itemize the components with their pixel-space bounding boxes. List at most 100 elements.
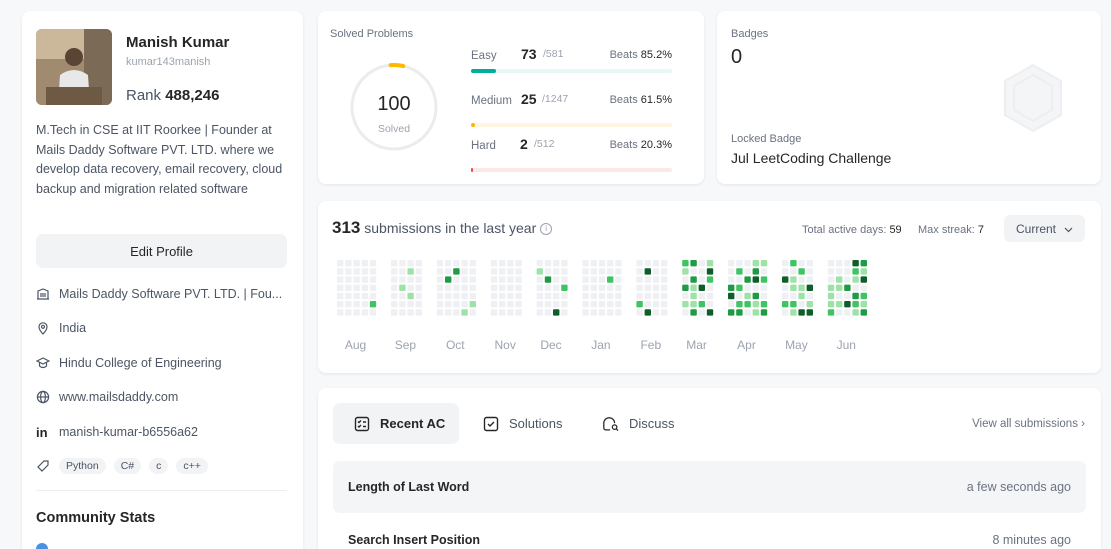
heatmap-cell[interactable] <box>827 292 835 300</box>
heatmap-cell[interactable] <box>515 309 522 316</box>
heatmap-cell[interactable] <box>345 284 352 291</box>
heatmap-cell[interactable] <box>852 268 859 275</box>
heatmap-cell[interactable] <box>536 260 543 267</box>
heatmap-cell[interactable] <box>445 268 452 275</box>
heatmap-cell[interactable] <box>544 260 552 267</box>
heatmap-cell[interactable] <box>353 292 360 300</box>
heatmap-cell[interactable] <box>544 268 552 275</box>
heatmap-cell[interactable] <box>499 268 506 275</box>
heatmap-cell[interactable] <box>369 268 377 275</box>
heatmap-cell[interactable] <box>399 260 406 267</box>
heatmap-cell[interactable] <box>752 284 759 291</box>
heatmap-cell[interactable] <box>461 301 468 308</box>
heatmap-cell[interactable] <box>860 268 867 275</box>
heatmap-cell[interactable] <box>744 268 751 275</box>
heatmap-cell[interactable] <box>698 301 705 308</box>
heatmap-cell[interactable] <box>582 268 589 275</box>
heatmap-cell[interactable] <box>544 284 552 291</box>
heatmap-cell[interactable] <box>507 260 514 267</box>
heatmap-cell[interactable] <box>391 309 398 316</box>
heatmap-cell[interactable] <box>598 268 606 275</box>
heatmap-cell[interactable] <box>536 276 543 283</box>
heatmap-cell[interactable] <box>615 309 622 316</box>
heatmap-cell[interactable] <box>453 309 460 316</box>
heatmap-cell[interactable] <box>453 301 460 308</box>
heatmap-cell[interactable] <box>844 292 851 300</box>
heatmap-cell[interactable] <box>461 260 468 267</box>
heatmap-cell[interactable] <box>698 284 705 291</box>
heatmap-cell[interactable] <box>490 292 498 300</box>
heatmap-cell[interactable] <box>590 309 597 316</box>
heatmap-cell[interactable] <box>436 276 444 283</box>
tab-recent-ac[interactable]: Recent AC <box>333 403 460 444</box>
heatmap-cell[interactable] <box>607 292 614 300</box>
heatmap-cell[interactable] <box>407 301 414 308</box>
heatmap-cell[interactable] <box>706 309 714 316</box>
avatar[interactable] <box>36 29 112 105</box>
heatmap-cell[interactable] <box>598 292 606 300</box>
heatmap-cell[interactable] <box>644 292 651 300</box>
skill-tag[interactable]: c <box>149 458 169 474</box>
heatmap-cell[interactable] <box>827 268 835 275</box>
heatmap-cell[interactable] <box>728 301 735 308</box>
heatmap-cell[interactable] <box>453 260 460 267</box>
heatmap-cell[interactable] <box>407 260 414 267</box>
heatmap-cell[interactable] <box>353 309 360 316</box>
heatmap-cell[interactable] <box>353 301 360 308</box>
heatmap-cell[interactable] <box>736 276 743 283</box>
heatmap-cell[interactable] <box>461 292 468 300</box>
heatmap-cell[interactable] <box>337 284 344 291</box>
heatmap-cell[interactable] <box>860 260 867 267</box>
heatmap-cell[interactable] <box>782 292 789 300</box>
heatmap-cell[interactable] <box>790 260 797 267</box>
heatmap-cell[interactable] <box>790 284 797 291</box>
heatmap-cell[interactable] <box>453 268 460 275</box>
heatmap-cell[interactable] <box>661 260 668 267</box>
heatmap-cell[interactable] <box>361 284 368 291</box>
heatmap-cell[interactable] <box>728 268 735 275</box>
heatmap-cell[interactable] <box>598 284 606 291</box>
heatmap-cell[interactable] <box>544 292 552 300</box>
heatmap-cell[interactable] <box>369 309 377 316</box>
list-item[interactable]: Search Insert Position 8 minutes ago <box>333 514 1086 549</box>
heatmap-cell[interactable] <box>706 301 714 308</box>
heatmap-cell[interactable] <box>415 292 422 300</box>
heatmap-cell[interactable] <box>345 301 352 308</box>
heatmap-cell[interactable] <box>615 260 622 267</box>
heatmap-cell[interactable] <box>644 260 651 267</box>
heatmap-cell[interactable] <box>469 276 476 283</box>
heatmap-cell[interactable] <box>860 292 867 300</box>
heatmap-cell[interactable] <box>661 276 668 283</box>
heatmap-cell[interactable] <box>736 284 743 291</box>
heatmap-cell[interactable] <box>544 276 552 283</box>
heatmap-cell[interactable] <box>636 309 643 316</box>
heatmap-cell[interactable] <box>553 260 560 267</box>
heatmap-cell[interactable] <box>852 260 859 267</box>
heatmap-cell[interactable] <box>490 276 498 283</box>
heatmap-cell[interactable] <box>615 268 622 275</box>
heatmap-cell[interactable] <box>415 309 422 316</box>
heatmap-cell[interactable] <box>598 309 606 316</box>
heatmap-cell[interactable] <box>461 309 468 316</box>
heatmap-cell[interactable] <box>590 268 597 275</box>
list-item[interactable]: Length of Last Word a few seconds ago <box>333 461 1086 513</box>
heatmap-cell[interactable] <box>507 301 514 308</box>
heatmap-cell[interactable] <box>407 309 414 316</box>
heatmap-cell[interactable] <box>661 268 668 275</box>
heatmap-cell[interactable] <box>369 301 377 308</box>
heatmap-cell[interactable] <box>345 309 352 316</box>
heatmap-cell[interactable] <box>827 301 835 308</box>
heatmap-cell[interactable] <box>353 284 360 291</box>
heatmap-cell[interactable] <box>453 292 460 300</box>
heatmap-cell[interactable] <box>337 309 344 316</box>
heatmap-cell[interactable] <box>728 309 735 316</box>
heatmap-cell[interactable] <box>582 284 589 291</box>
heatmap-cell[interactable] <box>607 284 614 291</box>
heatmap-cell[interactable] <box>760 301 768 308</box>
heatmap-cell[interactable] <box>590 301 597 308</box>
heatmap-cell[interactable] <box>536 292 543 300</box>
heatmap-cell[interactable] <box>544 309 552 316</box>
heatmap-cell[interactable] <box>744 309 751 316</box>
heatmap-cell[interactable] <box>590 260 597 267</box>
heatmap-cell[interactable] <box>469 309 476 316</box>
